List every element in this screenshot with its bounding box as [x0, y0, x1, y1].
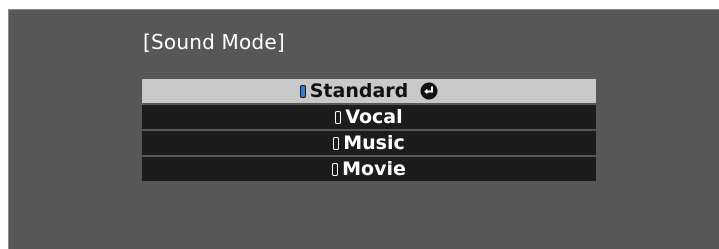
menu-item-standard[interactable]: Standard [142, 79, 596, 103]
sound-mode-menu: Standard Vocal Music Movie [142, 79, 596, 183]
menu-item-label: Vocal [345, 106, 403, 128]
menu-item-label: Standard [309, 80, 409, 102]
menu-item-music[interactable]: Music [142, 131, 596, 155]
menu-item-vocal[interactable]: Vocal [142, 105, 596, 129]
radio-indicator-icon [333, 136, 340, 150]
sound-mode-panel: [Sound Mode] Standard Vocal Music Movie [8, 9, 719, 249]
radio-indicator-icon [299, 84, 306, 98]
menu-item-label: Movie [342, 158, 406, 180]
menu-item-label: Music [343, 132, 405, 154]
dialog-title: [Sound Mode] [143, 30, 285, 54]
menu-item-movie[interactable]: Movie [142, 157, 596, 181]
radio-indicator-icon [332, 162, 339, 176]
enter-icon [420, 82, 438, 100]
radio-indicator-icon [335, 110, 342, 124]
